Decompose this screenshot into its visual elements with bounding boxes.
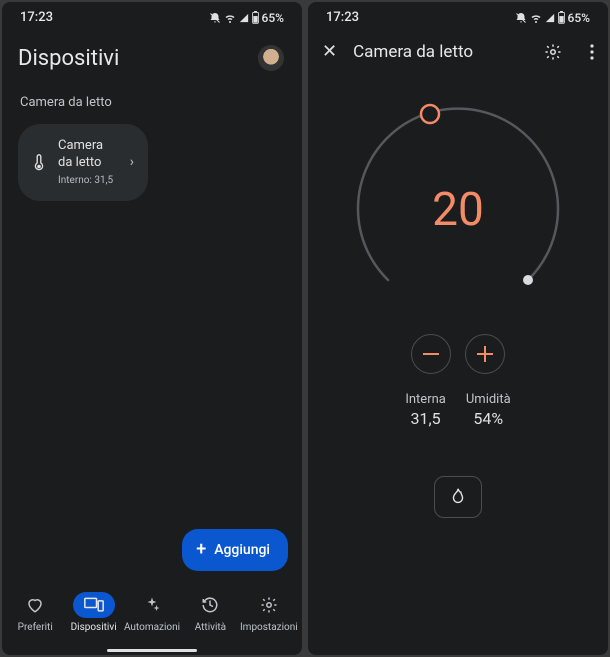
status-bar: 17:23 65% xyxy=(308,2,608,29)
minus-icon xyxy=(423,353,439,355)
sparkle-icon xyxy=(131,592,173,618)
gear-icon xyxy=(248,592,290,618)
signal-icon xyxy=(545,12,555,24)
nav-devices[interactable]: Dispositivi xyxy=(64,592,122,633)
detail-title: Camera da letto xyxy=(353,42,528,62)
status-icons: 65% xyxy=(209,11,284,25)
interna-reading: Interna 31,5 xyxy=(405,392,446,428)
bottom-nav: Preferiti Dispositivi Automazioni Attivi… xyxy=(2,581,302,643)
add-button-label: Aggiungi xyxy=(214,542,270,558)
add-button[interactable]: + Aggiungi xyxy=(182,529,288,571)
thermostat-icon xyxy=(32,155,46,169)
device-card-sub: Interno: 31,5 xyxy=(58,174,118,187)
dnd-icon xyxy=(515,12,527,24)
interna-label: Interna xyxy=(405,392,446,407)
title-row: Dispositivi xyxy=(2,29,302,91)
detail-header: ✕ Camera da letto xyxy=(308,29,608,70)
battery-icon xyxy=(557,11,566,24)
flame-icon xyxy=(449,487,467,507)
readings-row: Interna 31,5 Umidità 54% xyxy=(308,392,608,428)
status-time: 17:23 xyxy=(20,10,53,25)
devices-icon xyxy=(73,592,115,618)
interna-value: 31,5 xyxy=(405,409,446,428)
nav-activity[interactable]: Attività xyxy=(181,592,239,633)
temperature-stepper xyxy=(308,334,608,374)
device-card-name: Camera da letto xyxy=(58,138,118,172)
devices-screen: 17:23 65% Dispositivi Camera da letto Ca… xyxy=(2,2,302,655)
signal-icon xyxy=(239,12,249,24)
status-time: 17:23 xyxy=(326,10,359,25)
history-icon xyxy=(189,592,231,618)
battery-text: 65% xyxy=(568,11,590,25)
decrease-button[interactable] xyxy=(411,334,451,374)
more-icon[interactable] xyxy=(590,44,594,60)
nav-devices-label: Dispositivi xyxy=(71,622,117,633)
dnd-icon xyxy=(209,12,221,24)
thermostat-detail-screen: 17:23 65% ✕ Camera da letto 20 xyxy=(308,2,608,655)
battery-icon xyxy=(251,11,260,24)
home-indicator[interactable] xyxy=(107,649,197,652)
setpoint-value: 20 xyxy=(338,90,578,330)
wifi-icon xyxy=(529,12,543,24)
wifi-icon xyxy=(223,12,237,24)
nav-automations[interactable]: Automazioni xyxy=(123,592,181,633)
nav-favorites[interactable]: Preferiti xyxy=(6,592,64,633)
nav-settings[interactable]: Impostazioni xyxy=(240,592,298,633)
room-section-label: Camera da letto xyxy=(2,91,302,124)
page-title: Dispositivi xyxy=(18,46,119,71)
gear-icon[interactable] xyxy=(544,43,562,61)
device-card-bedroom[interactable]: Camera da letto Interno: 31,5 › xyxy=(18,124,148,201)
close-icon[interactable]: ✕ xyxy=(322,41,337,62)
nav-automations-label: Automazioni xyxy=(124,622,180,633)
device-card-text: Camera da letto Interno: 31,5 xyxy=(58,138,118,187)
battery-text: 65% xyxy=(262,11,284,25)
status-bar: 17:23 65% xyxy=(2,2,302,29)
heart-icon xyxy=(14,592,56,618)
chevron-right-icon: › xyxy=(130,154,134,170)
temperature-dial[interactable]: 20 xyxy=(338,90,578,330)
plus-icon: + xyxy=(196,541,206,559)
plus-icon xyxy=(477,346,493,362)
nav-settings-label: Impostazioni xyxy=(240,622,298,633)
avatar[interactable] xyxy=(256,43,286,73)
umidita-label: Umidità xyxy=(466,392,511,407)
increase-button[interactable] xyxy=(465,334,505,374)
heat-mode-button[interactable] xyxy=(434,476,482,518)
umidita-reading: Umidità 54% xyxy=(466,392,511,428)
nav-activity-label: Attività xyxy=(195,622,226,633)
status-icons: 65% xyxy=(515,11,590,25)
nav-favorites-label: Preferiti xyxy=(18,622,53,633)
umidita-value: 54% xyxy=(466,409,511,428)
